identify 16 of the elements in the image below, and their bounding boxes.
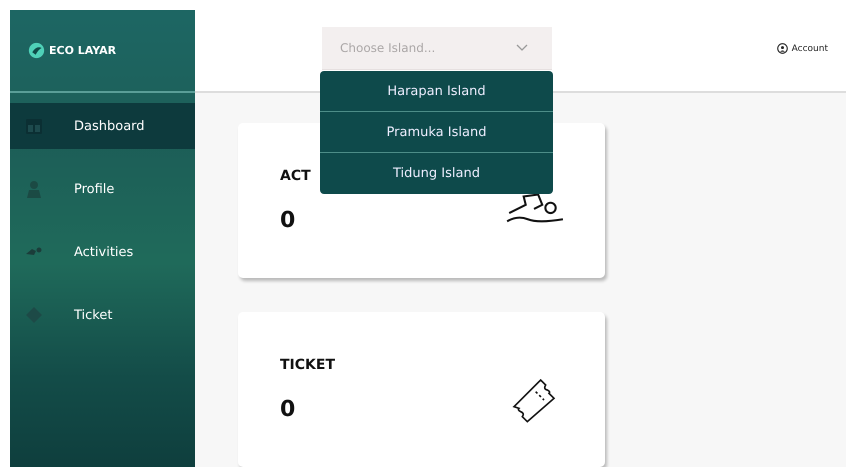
nav-item[interactable]: Ticket [10, 292, 195, 338]
card-value: 0 [280, 208, 296, 233]
card-title: TICKET [280, 357, 335, 373]
nav-item[interactable]: Dashboard [10, 103, 195, 149]
brand-name: ECO LAYAR [49, 44, 116, 57]
nav-item[interactable]: Activities [10, 229, 195, 275]
card-value: 0 [280, 397, 296, 422]
calendar-icon [24, 116, 44, 136]
leaf-logo-icon [28, 42, 45, 59]
dropdown-option[interactable]: Tidung Island [320, 153, 553, 194]
user-icon [776, 43, 788, 54]
account-link[interactable]: Account [770, 42, 834, 55]
card-title: ACT [280, 168, 311, 184]
nav-item[interactable]: Profile [10, 166, 195, 212]
chevron-down-icon [516, 44, 528, 52]
person-icon [24, 179, 44, 199]
